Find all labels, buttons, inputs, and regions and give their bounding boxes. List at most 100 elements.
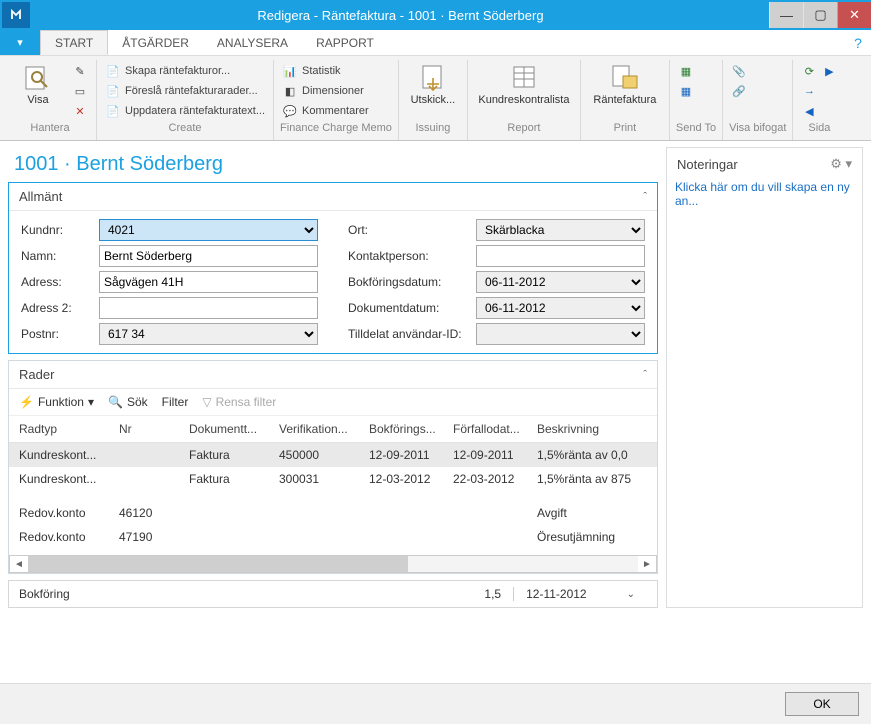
view-small-icon[interactable]: ▭ bbox=[70, 82, 90, 100]
bokforing-title: Bokföring bbox=[19, 587, 70, 601]
delete-small-icon[interactable]: ✕ bbox=[70, 102, 90, 120]
collapse-icon[interactable]: ˆ bbox=[643, 191, 647, 203]
cell: Faktura bbox=[189, 472, 279, 486]
page-icon: ▭ bbox=[72, 83, 88, 99]
visabifogat-1[interactable]: 📎 bbox=[729, 62, 749, 80]
noteringar-create-link[interactable]: Klicka här om du vill skapa en ny an... bbox=[675, 180, 854, 208]
gear-icon[interactable]: ⚙ ▾ bbox=[830, 156, 852, 172]
table-row[interactable] bbox=[9, 491, 657, 501]
collapse-icon[interactable]: ˆ bbox=[643, 369, 647, 381]
table-row[interactable]: Kundreskont...Faktura45000012-09-201112-… bbox=[9, 443, 657, 467]
rader-filter[interactable]: Filter bbox=[162, 395, 189, 409]
cell bbox=[279, 506, 369, 520]
table-row[interactable]: Kundreskont...Faktura30003112-03-201222-… bbox=[9, 467, 657, 491]
cell: 1,5%ränta av 0,0 bbox=[537, 448, 647, 462]
fcm-kommentarer[interactable]: 💬Kommentarer bbox=[280, 102, 371, 120]
col-forfallo[interactable]: Förfallodat... bbox=[453, 422, 537, 436]
group-sida-label: Sida bbox=[799, 120, 839, 138]
sida-next[interactable]: → bbox=[799, 82, 839, 100]
col-verifikation[interactable]: Verifikation... bbox=[279, 422, 369, 436]
visa-button[interactable]: Visa bbox=[10, 62, 66, 109]
app-icon bbox=[2, 2, 30, 28]
postnr-field[interactable]: 617 34 bbox=[99, 323, 318, 345]
col-beskrivning[interactable]: Beskrivning bbox=[537, 422, 647, 436]
kundreskontralista-button[interactable]: Kundreskontralista bbox=[474, 62, 574, 109]
help-icon[interactable]: ? bbox=[845, 30, 871, 55]
bokforing-v1: 1,5 bbox=[472, 587, 513, 601]
cell: 12-09-2011 bbox=[453, 448, 537, 462]
magnifier-icon bbox=[22, 64, 54, 92]
cell: Redov.konto bbox=[19, 506, 119, 520]
tab-rapport[interactable]: RAPPORT bbox=[302, 30, 388, 55]
maximize-button[interactable]: ▢ bbox=[803, 2, 837, 28]
close-button[interactable]: ✕ bbox=[837, 2, 871, 28]
fcm-statistik[interactable]: 📊Statistik bbox=[280, 62, 371, 80]
rantefaktura-button[interactable]: Räntefaktura bbox=[587, 62, 663, 109]
adress-label: Adress: bbox=[21, 275, 91, 289]
sida-prev[interactable]: ◀ bbox=[799, 102, 839, 120]
namn-label: Namn: bbox=[21, 249, 91, 263]
sida-refresh[interactable]: ⟳ ▶ bbox=[799, 62, 839, 80]
tab-analysera[interactable]: ANALYSERA bbox=[203, 30, 302, 55]
scroll-left-icon[interactable]: ◄ bbox=[10, 559, 28, 570]
cell: Faktura bbox=[189, 448, 279, 462]
cell bbox=[119, 448, 189, 462]
group-report-label: Report bbox=[474, 120, 574, 138]
send-doc-icon bbox=[417, 64, 449, 92]
cell: 12-09-2011 bbox=[369, 448, 453, 462]
scroll-thumb[interactable] bbox=[28, 556, 408, 572]
cell bbox=[189, 530, 279, 544]
col-nr[interactable]: Nr bbox=[119, 422, 189, 436]
tab-atgarder[interactable]: ÅTGÄRDER bbox=[108, 30, 203, 55]
dokdatum-field[interactable]: 06-11-2012 bbox=[476, 297, 645, 319]
namn-field[interactable] bbox=[99, 245, 318, 267]
kundnr-field[interactable]: 4021 bbox=[99, 219, 318, 241]
rader-funktion[interactable]: ⚡Funktion ▾ bbox=[19, 395, 94, 409]
visabifogat-2[interactable]: 🔗 bbox=[729, 82, 749, 100]
menubar: ▾ START ÅTGÄRDER ANALYSERA RAPPORT ? bbox=[0, 30, 871, 56]
ort-label: Ort: bbox=[348, 223, 468, 237]
titlebar: Redigera - Räntefaktura - 1001 · Bernt S… bbox=[0, 0, 871, 30]
table-row[interactable]: Redov.konto47190Öresutjämning bbox=[9, 525, 657, 549]
grid-header: Radtyp Nr Dokumentt... Verifikation... B… bbox=[9, 416, 657, 443]
utskick-button[interactable]: Utskick... bbox=[405, 62, 461, 109]
col-radtyp[interactable]: Radtyp bbox=[19, 422, 119, 436]
cell: 12-03-2012 bbox=[369, 472, 453, 486]
sendto-2[interactable]: ▦ bbox=[676, 82, 696, 100]
table-row[interactable]: Redov.konto46120Avgift bbox=[9, 501, 657, 525]
kontakt-label: Kontaktperson: bbox=[348, 249, 468, 263]
cell bbox=[119, 472, 189, 486]
doc-lines-icon: 📄 bbox=[105, 83, 121, 99]
create-foresla[interactable]: 📄Föreslå räntefakturarader... bbox=[103, 82, 267, 100]
bokfdatum-field[interactable]: 06-11-2012 bbox=[476, 271, 645, 293]
rader-sok[interactable]: 🔍Sök bbox=[108, 395, 148, 409]
horizontal-scrollbar[interactable]: ◄ ► bbox=[9, 555, 657, 573]
scroll-right-icon[interactable]: ► bbox=[638, 559, 656, 570]
chevron-down-icon[interactable]: ⌄ bbox=[627, 589, 635, 600]
adress-field[interactable] bbox=[99, 271, 318, 293]
kontakt-field[interactable] bbox=[476, 245, 645, 267]
cell bbox=[453, 506, 537, 520]
ok-button[interactable]: OK bbox=[785, 692, 859, 716]
cell: 47190 bbox=[119, 530, 189, 544]
create-skapa[interactable]: 📄Skapa räntefakturor... bbox=[103, 62, 267, 80]
fcm-dimensioner[interactable]: ◧Dimensioner bbox=[280, 82, 371, 100]
print-doc-icon bbox=[609, 64, 641, 92]
group-fcm-label: Finance Charge Memo bbox=[280, 120, 392, 138]
tab-start[interactable]: START bbox=[40, 30, 108, 55]
edit-small-icon[interactable]: ✎ bbox=[70, 62, 90, 80]
sendto-1[interactable]: ▦ bbox=[676, 62, 696, 80]
cell bbox=[279, 530, 369, 544]
file-menu[interactable]: ▾ bbox=[0, 30, 40, 55]
panel-noteringar: Noteringar ⚙ ▾ Klicka här om du vill ska… bbox=[666, 147, 863, 608]
rader-rensa[interactable]: ▽Rensa filter bbox=[202, 395, 276, 409]
minimize-button[interactable]: — bbox=[769, 2, 803, 28]
adress2-field[interactable] bbox=[99, 297, 318, 319]
col-bokforing[interactable]: Bokförings... bbox=[369, 422, 453, 436]
cell bbox=[369, 530, 453, 544]
userid-field[interactable] bbox=[476, 323, 645, 345]
col-dokument[interactable]: Dokumentt... bbox=[189, 422, 279, 436]
cell bbox=[369, 506, 453, 520]
ort-field[interactable]: Skärblacka bbox=[476, 219, 645, 241]
create-uppdatera[interactable]: 📄Uppdatera räntefakturatext... bbox=[103, 102, 267, 120]
